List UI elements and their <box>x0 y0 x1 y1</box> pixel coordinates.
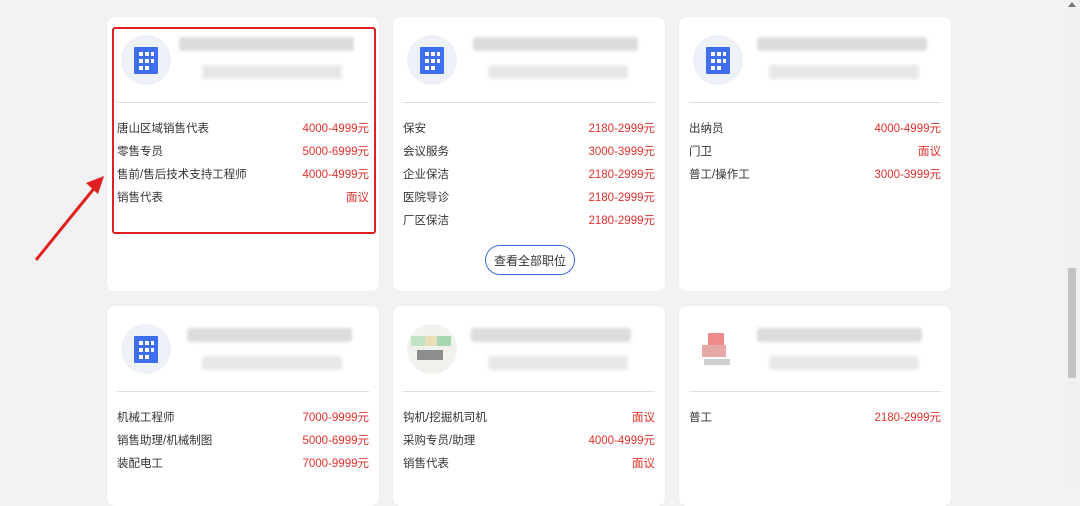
job-row[interactable]: 保安 2180-2999元 <box>403 117 655 139</box>
company-card[interactable]: 普工 2180-2999元 <box>679 306 951 506</box>
job-salary: 面议 <box>632 458 655 470</box>
divider <box>403 391 655 392</box>
job-title: 钩机/挖掘机司机 <box>403 412 487 424</box>
view-all-jobs-button[interactable]: 查看全部职位 <box>485 245 575 275</box>
job-title: 装配电工 <box>117 458 163 470</box>
job-salary: 7000-9999元 <box>302 458 370 470</box>
company-info-blurred <box>202 356 342 370</box>
job-title: 采购专员/助理 <box>403 435 476 447</box>
job-row[interactable]: 采购专员/助理 4000-4999元 <box>403 429 655 451</box>
job-title: 医院导诊 <box>403 192 449 204</box>
job-title: 企业保洁 <box>403 169 449 181</box>
job-salary: 面议 <box>632 412 655 424</box>
company-name-blurred <box>187 328 352 342</box>
company-logo <box>693 35 743 85</box>
divider <box>403 102 655 103</box>
job-title: 会议服务 <box>403 146 449 158</box>
job-row[interactable]: 装配电工 7000-9999元 <box>117 452 369 474</box>
company-logo <box>407 35 457 85</box>
job-salary: 2180-2999元 <box>588 192 656 204</box>
company-logo <box>407 324 457 374</box>
job-title: 销售代表 <box>403 458 449 470</box>
job-row[interactable]: 厂区保洁 2180-2999元 <box>403 209 655 231</box>
company-card[interactable]: 保安 2180-2999元 会议服务 3000-3999元 企业保洁 2180-… <box>393 17 665 291</box>
job-title: 门卫 <box>689 146 712 158</box>
job-row[interactable]: 钩机/挖掘机司机 面议 <box>403 406 655 428</box>
scrollbar[interactable] <box>1064 0 1080 488</box>
job-title: 保安 <box>403 123 426 135</box>
annotation-arrow-icon <box>34 176 104 261</box>
building-icon <box>706 47 730 74</box>
job-salary: 3000-3999元 <box>874 169 942 181</box>
company-name-blurred <box>471 328 631 342</box>
company-logo <box>693 324 743 374</box>
annotation-highlight-box <box>112 27 376 234</box>
job-row[interactable]: 医院导诊 2180-2999元 <box>403 186 655 208</box>
job-title: 销售助理/机械制图 <box>117 435 213 447</box>
divider <box>117 391 369 392</box>
company-name-blurred <box>757 328 922 342</box>
scrollbar-thumb[interactable] <box>1068 268 1076 378</box>
job-salary: 2180-2999元 <box>588 215 656 227</box>
job-row[interactable]: 企业保洁 2180-2999元 <box>403 163 655 185</box>
building-icon <box>134 336 158 363</box>
job-salary: 3000-3999元 <box>588 146 656 158</box>
job-row[interactable]: 普工 2180-2999元 <box>689 406 941 428</box>
job-salary: 2180-2999元 <box>588 169 656 181</box>
job-salary: 4000-4999元 <box>588 435 656 447</box>
company-info-blurred <box>488 65 628 79</box>
job-salary: 5000-6999元 <box>302 435 370 447</box>
job-title: 普工/操作工 <box>689 169 750 181</box>
job-title: 机械工程师 <box>117 412 175 424</box>
job-title: 厂区保洁 <box>403 215 449 227</box>
job-salary: 4000-4999元 <box>874 123 942 135</box>
job-row[interactable]: 出纳员 4000-4999元 <box>689 117 941 139</box>
company-card[interactable]: 钩机/挖掘机司机 面议 采购专员/助理 4000-4999元 销售代表 面议 <box>393 306 665 506</box>
company-name-blurred <box>757 37 927 51</box>
job-row[interactable]: 普工/操作工 3000-3999元 <box>689 163 941 185</box>
job-salary: 7000-9999元 <box>302 412 370 424</box>
scroll-up-arrow-icon[interactable] <box>1068 2 1076 7</box>
company-card[interactable]: 机械工程师 7000-9999元 销售助理/机械制图 5000-6999元 装配… <box>107 306 379 506</box>
job-row[interactable]: 销售助理/机械制图 5000-6999元 <box>117 429 369 451</box>
company-info-blurred <box>488 356 628 370</box>
company-logo-image <box>411 336 451 360</box>
company-name-blurred <box>473 37 638 51</box>
job-row[interactable]: 会议服务 3000-3999元 <box>403 140 655 162</box>
divider <box>689 102 941 103</box>
job-salary: 2180-2999元 <box>874 412 942 424</box>
company-logo <box>121 324 171 374</box>
job-salary: 2180-2999元 <box>588 123 656 135</box>
job-row[interactable]: 门卫 面议 <box>689 140 941 162</box>
company-card[interactable]: 出纳员 4000-4999元 门卫 面议 普工/操作工 3000-3999元 <box>679 17 951 291</box>
company-info-blurred <box>769 356 919 370</box>
job-title: 普工 <box>689 412 712 424</box>
divider <box>689 391 941 392</box>
company-logo-image <box>702 333 730 365</box>
company-info-blurred <box>769 65 919 79</box>
job-row[interactable]: 销售代表 面议 <box>403 452 655 474</box>
job-title: 出纳员 <box>689 123 724 135</box>
job-salary: 面议 <box>918 146 941 158</box>
building-icon <box>420 47 444 74</box>
job-row[interactable]: 机械工程师 7000-9999元 <box>117 406 369 428</box>
